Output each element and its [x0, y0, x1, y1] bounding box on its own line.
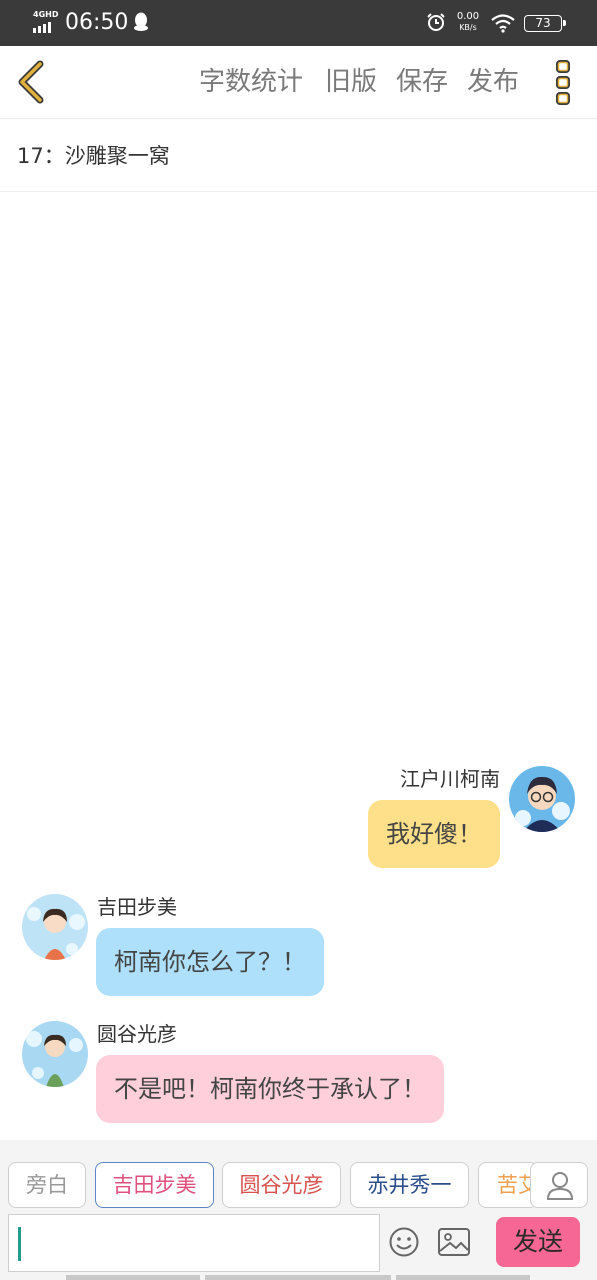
more-menu-icon[interactable]: [552, 58, 576, 108]
mitsuhiko-avatar[interactable]: [22, 1021, 88, 1087]
cell-signal-icon: 4GHD: [33, 11, 59, 33]
emoji-icon[interactable]: [388, 1226, 420, 1258]
message-speaker: 吉田步美: [97, 895, 177, 919]
alarm-icon: [427, 13, 445, 31]
back-chevron-icon[interactable]: [14, 60, 48, 104]
send-button[interactable]: 发送: [496, 1217, 580, 1267]
image-icon[interactable]: [437, 1226, 471, 1258]
message-speaker: 圆谷光彦: [97, 1022, 177, 1046]
word-count-button[interactable]: 字数统计: [199, 65, 303, 99]
message-bubble[interactable]: 我好傻！: [368, 800, 500, 868]
nav-indicator: [205, 1275, 391, 1280]
conan-avatar[interactable]: [509, 766, 575, 832]
editor-toolbar: 字数统计 旧版 保存 发布: [0, 46, 597, 119]
publish-button[interactable]: 发布: [467, 65, 519, 99]
character-chip[interactable]: 赤井秀一: [350, 1162, 469, 1208]
network-speed: 0.00 KB/s: [453, 11, 483, 33]
status-bar: 4GHD 06:50 0.00 KB/s 73: [0, 0, 597, 46]
ayumi-avatar[interactable]: [22, 894, 88, 960]
chapter-header: 17：沙雕聚一窝: [0, 120, 597, 192]
message-input[interactable]: [8, 1214, 380, 1272]
character-manage-button[interactable]: [530, 1162, 588, 1208]
qq-penguin-icon: [134, 12, 148, 31]
character-chip[interactable]: 圆谷光彦: [222, 1162, 341, 1208]
chapter-title[interactable]: 17：沙雕聚一窝: [17, 142, 170, 170]
status-time: 06:50: [65, 10, 129, 35]
text-caret: [18, 1227, 21, 1261]
character-chip[interactable]: 旁白: [8, 1162, 86, 1208]
battery-icon: 73: [524, 15, 566, 32]
nav-indicator: [396, 1275, 530, 1280]
nav-indicator: [66, 1275, 200, 1280]
save-button[interactable]: 保存: [396, 65, 448, 99]
network-type: 4GHD: [33, 10, 59, 19]
message-speaker: 江户川柯南: [400, 767, 500, 791]
old-version-button[interactable]: 旧版: [325, 65, 377, 99]
message-bubble[interactable]: 不是吧！柯南你终于承认了！: [96, 1055, 444, 1123]
wifi-icon: [491, 14, 515, 33]
character-chip-selected[interactable]: 吉田步美: [95, 1162, 214, 1208]
person-icon: [546, 1172, 574, 1200]
network-speed-unit: KB/s: [459, 23, 477, 32]
network-speed-value: 0.00: [456, 11, 480, 22]
character-chip[interactable]: 苦艾: [478, 1162, 538, 1208]
composer-panel: 旁白 吉田步美 圆谷光彦 赤井秀一 苦艾 发送: [0, 1140, 597, 1280]
message-bubble[interactable]: 柯南你怎么了？！: [96, 928, 324, 996]
